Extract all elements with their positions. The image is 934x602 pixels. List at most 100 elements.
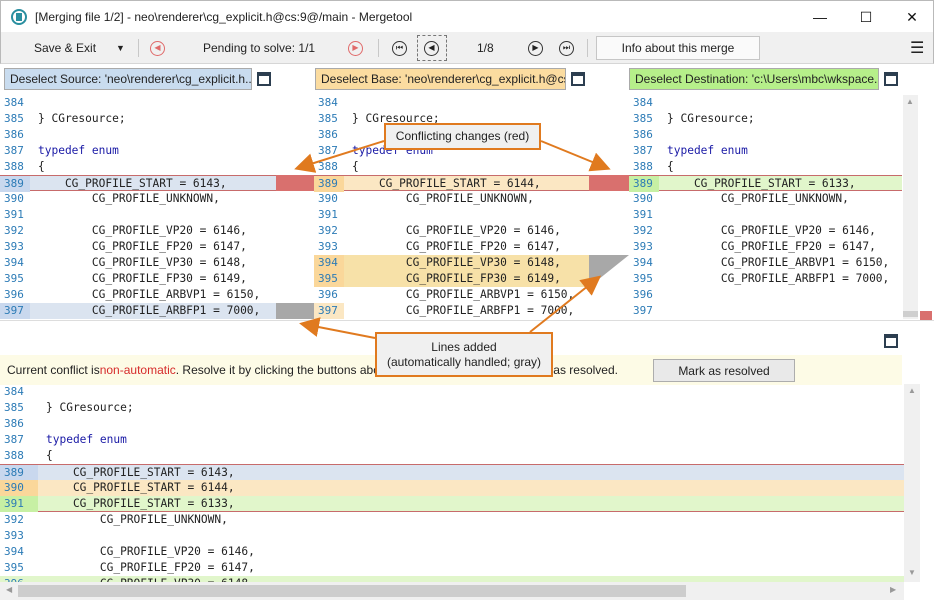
base-header-label: Deselect Base: 'neo\renderer\cg_explicit… xyxy=(321,72,566,86)
conflict-prefix: Current conflict is xyxy=(7,363,100,377)
line-number: 394 xyxy=(4,256,24,269)
first-difference-button[interactable]: ⏮ xyxy=(392,32,407,64)
save-exit-dropdown[interactable]: ▼ xyxy=(116,32,125,64)
line-number: 387 xyxy=(633,144,653,157)
code-line: 390 CG_PROFILE_UNKNOWN, xyxy=(314,191,589,207)
chevron-down-icon: ▼ xyxy=(116,43,125,53)
menu-button[interactable]: ☰ xyxy=(910,32,924,64)
line-number: 389 xyxy=(314,176,344,192)
code-line: 386 xyxy=(0,416,904,432)
line-number: 394 xyxy=(4,545,24,558)
code-line: 393 CG_PROFILE_FP20 = 6147, xyxy=(629,239,902,255)
code-line: 389 CG_PROFILE_START = 6133, xyxy=(629,175,902,192)
line-number: 384 xyxy=(4,385,24,398)
line-number: 394 xyxy=(633,256,653,269)
source-maximize-icon[interactable] xyxy=(257,72,271,86)
line-text: { xyxy=(38,160,45,173)
line-number: 389 xyxy=(0,176,30,192)
line-text: CG_PROFILE_VP30 = 6148, xyxy=(352,256,561,269)
maximize-icon: ☐ xyxy=(859,8,873,25)
code-line: 384 xyxy=(314,95,589,111)
source-pane[interactable]: 384 385} CGresource; 386 387 typedef enum 388… xyxy=(0,95,276,319)
previous-conflict-button[interactable]: ◀ xyxy=(150,32,165,64)
code-line: 394 CG_PROFILE_VP20 = 6146, xyxy=(0,544,904,560)
deselect-base-button[interactable]: Deselect Base: 'neo\renderer\cg_explicit… xyxy=(315,68,566,90)
next-conflict-button[interactable]: ▶ xyxy=(348,32,363,64)
line-number: 388 xyxy=(4,160,24,173)
maximize-button[interactable]: ☐ xyxy=(843,1,889,33)
mark-as-resolved-button[interactable]: Mark as resolved xyxy=(653,359,795,382)
toolbar: Save & Exit ▼ ◀ Pending to solve: 1/1 ▶ … xyxy=(0,32,934,64)
line-number: 386 xyxy=(633,128,653,141)
line-text: { xyxy=(46,449,53,462)
line-number: 384 xyxy=(318,96,338,109)
source-header-label: Deselect Source: 'neo\renderer\cg_explic… xyxy=(10,72,252,86)
code-line: 397 CG_PROFILE_ARBFP1 = 7000, xyxy=(0,303,276,319)
line-text: { xyxy=(667,160,674,173)
horizontal-scroll-thumb[interactable] xyxy=(18,585,686,597)
line-text: CG_PROFILE_START = 6133, xyxy=(667,177,856,190)
line-text: CG_PROFILE_FP30 = 6149, xyxy=(38,272,247,285)
base-maximize-icon[interactable] xyxy=(571,72,585,86)
line-number: 394 xyxy=(314,255,344,271)
code-line: 388 { xyxy=(314,159,589,175)
code-line: 389 CG_PROFILE_START = 6143, xyxy=(0,464,904,481)
close-button[interactable]: ✕ xyxy=(889,1,934,33)
code-line: 388 { xyxy=(0,159,276,175)
line-number: 388 xyxy=(633,160,653,173)
info-about-merge-button[interactable]: Info about this merge xyxy=(596,36,760,60)
line-text: CG_PROFILE_ARBVP1 = 6150, xyxy=(38,288,261,301)
destination-pane[interactable]: 384 385} CGresource; 386 387 typedef enum 388… xyxy=(629,95,902,319)
line-number: 393 xyxy=(318,240,338,253)
previous-difference-button[interactable]: ◀ xyxy=(424,32,439,64)
line-number: 392 xyxy=(4,224,24,237)
minimize-button[interactable]: — xyxy=(797,1,843,33)
line-number: 388 xyxy=(318,160,338,173)
result-pane[interactable]: 384 385} CGresource; 386 387 typedef enum 388… xyxy=(0,384,904,582)
result-horizontal-scrollbar[interactable]: ◀ ▶ xyxy=(0,582,904,600)
line-text: CG_PROFILE_VP20 = 6146, xyxy=(352,224,561,237)
code-line: 389 CG_PROFILE_START = 6144, xyxy=(314,175,589,192)
line-text: CG_PROFILE_ARBFP1 = 7000, xyxy=(38,304,261,317)
last-difference-button[interactable]: ⏭ xyxy=(559,32,574,64)
callout-conflicting-changes: Conflicting changes (red) xyxy=(384,123,541,150)
conflict-status: non-automatic xyxy=(99,363,176,377)
line-text: typedef enum xyxy=(46,433,127,446)
line-number: 395 xyxy=(4,272,24,285)
line-text: } CGresource; xyxy=(667,112,755,125)
destination-header-label: Deselect Destination: 'c:\Users\mbc\wksp… xyxy=(635,72,879,86)
next-difference-button[interactable]: ▶ xyxy=(528,32,543,64)
line-number: 396 xyxy=(633,288,653,301)
result-vertical-scrollbar[interactable]: ▲ ▼ xyxy=(904,384,920,582)
code-line: 395 CG_PROFILE_ARBFP1 = 7000, xyxy=(629,271,902,287)
code-line: 386 xyxy=(629,127,902,143)
deselect-destination-button[interactable]: Deselect Destination: 'c:\Users\mbc\wksp… xyxy=(629,68,879,90)
close-icon: ✕ xyxy=(906,8,918,25)
code-line: 395 CG_PROFILE_FP30 = 6149, xyxy=(0,271,276,287)
save-exit-button[interactable]: Save & Exit xyxy=(34,32,96,64)
line-text: CG_PROFILE_UNKNOWN, xyxy=(46,513,228,526)
line-number: 397 xyxy=(0,303,30,319)
toolbar-separator xyxy=(138,39,139,57)
line-number: 386 xyxy=(4,128,24,141)
code-line: 392 CG_PROFILE_VP20 = 6146, xyxy=(0,223,276,239)
result-maximize-icon[interactable] xyxy=(884,334,898,348)
destination-maximize-icon[interactable] xyxy=(884,72,898,86)
minimize-icon: — xyxy=(813,9,827,25)
top-vertical-scrollbar[interactable]: ▲ xyxy=(903,95,918,319)
line-text: CG_PROFILE_FP20 = 6147, xyxy=(46,561,255,574)
line-text: CG_PROFILE_VP20 = 6146, xyxy=(38,224,247,237)
code-line: 387 typedef enum xyxy=(0,432,904,448)
line-text: CG_PROFILE_UNKNOWN, xyxy=(352,192,534,205)
deselect-source-button[interactable]: Deselect Source: 'neo\renderer\cg_explic… xyxy=(4,68,252,90)
line-text: typedef enum xyxy=(667,144,748,157)
code-line: 396 CG_PROFILE_ARBVP1 = 6150, xyxy=(0,287,276,303)
line-number: 385 xyxy=(4,112,24,125)
code-line: 391 xyxy=(314,207,589,223)
line-number: 391 xyxy=(4,208,24,221)
overview-marker-gray xyxy=(903,311,918,317)
title-bar: [Merging file 1/2] - neo\renderer\cg_exp… xyxy=(0,0,934,32)
callout-added-line2: (automatically handled; gray) xyxy=(386,355,542,369)
code-line: 394 CG_PROFILE_VP30 = 6148, xyxy=(314,255,589,271)
code-line: 384 xyxy=(0,95,276,111)
